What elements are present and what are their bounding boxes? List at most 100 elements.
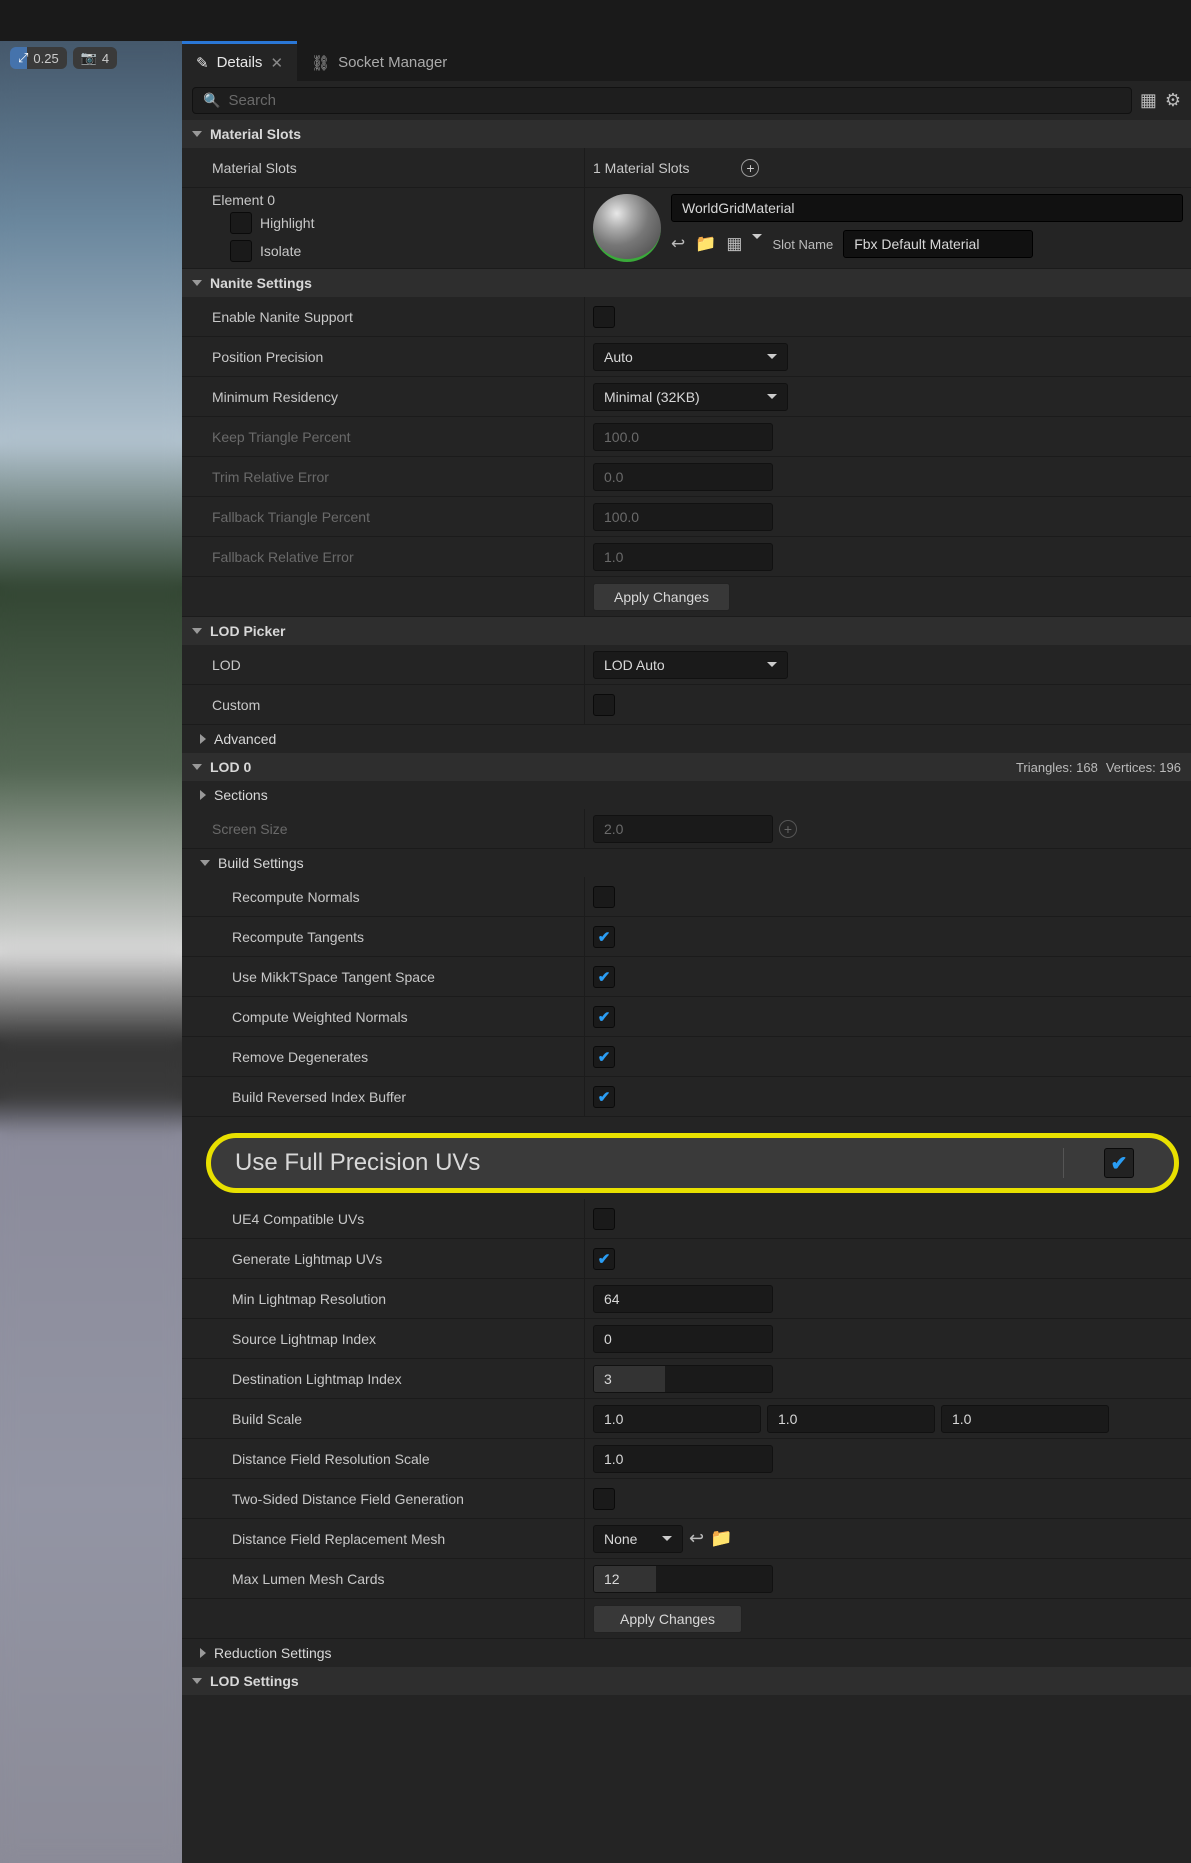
full-precision-uvs-checkbox[interactable] — [1104, 1148, 1134, 1178]
search-input[interactable] — [228, 92, 1120, 109]
chevron-right-icon — [200, 790, 206, 800]
section-lod-settings[interactable]: LOD Settings — [182, 1667, 1191, 1695]
build-scale-z[interactable]: 1.0 — [941, 1405, 1109, 1433]
df-replacement-label: Distance Field Replacement Mesh — [182, 1519, 585, 1558]
search-wrap[interactable]: 🔍 — [192, 87, 1132, 114]
lod-select[interactable]: LOD Auto — [593, 651, 788, 679]
ue4-uvs-label: UE4 Compatible UVs — [182, 1199, 585, 1238]
slot-name-label: Slot Name — [772, 237, 833, 252]
tab-details[interactable]: ✎ Details ✕ — [182, 41, 297, 81]
add-material-slot-button[interactable]: + — [741, 159, 759, 177]
enable-nanite-label: Enable Nanite Support — [182, 297, 585, 336]
vertices-info: Vertices: 196 — [1106, 760, 1181, 775]
expand-icon: ⤢ — [18, 50, 28, 66]
reversed-index-checkbox[interactable] — [593, 1086, 615, 1108]
viewport-speed-pill[interactable]: ⤢ 0.25 — [10, 47, 67, 69]
browse-icon[interactable]: 📁 — [695, 234, 716, 254]
dst-lightmap-label: Destination Lightmap Index — [182, 1359, 585, 1398]
chevron-down-icon — [662, 1536, 672, 1541]
sections-row[interactable]: Sections — [182, 781, 1191, 809]
material-slots-count: 1 Material Slots — [593, 160, 689, 176]
use-selected-icon[interactable]: ↩ — [671, 234, 685, 254]
chevron-down-icon — [767, 394, 777, 399]
fallback-error-input: 1.0 — [593, 543, 773, 571]
mikktspace-label: Use MikkTSpace Tangent Space — [182, 957, 585, 996]
section-nanite[interactable]: Nanite Settings — [182, 269, 1191, 297]
gear-icon[interactable]: ⚙ — [1165, 90, 1181, 111]
recompute-tangents-checkbox[interactable] — [593, 926, 615, 948]
src-lightmap-label: Source Lightmap Index — [182, 1319, 585, 1358]
isolate-label: Isolate — [260, 243, 301, 259]
two-sided-df-label: Two-Sided Distance Field Generation — [182, 1479, 585, 1518]
df-resolution-label: Distance Field Resolution Scale — [182, 1439, 585, 1478]
min-residency-label: Minimum Residency — [182, 377, 585, 416]
close-icon[interactable]: ✕ — [270, 54, 283, 72]
material-thumbnail[interactable] — [593, 194, 661, 262]
build-scale-y[interactable]: 1.0 — [767, 1405, 935, 1433]
mikktspace-checkbox[interactable] — [593, 966, 615, 988]
position-precision-label: Position Precision — [182, 337, 585, 376]
viewport-camera-pill[interactable]: 📷 4 — [73, 47, 117, 69]
use-selected-icon[interactable]: ↩ — [689, 1528, 704, 1549]
chevron-down-icon — [192, 131, 202, 137]
grid-view-icon[interactable]: ▦ — [1140, 90, 1157, 111]
panel-tabs: ✎ Details ✕ ⛓ Socket Manager — [182, 41, 1191, 81]
lod-value: LOD Auto — [604, 657, 665, 673]
remove-degenerates-checkbox[interactable] — [593, 1046, 615, 1068]
add-icon[interactable]: + — [779, 820, 797, 838]
element0-label: Element 0 — [182, 188, 584, 210]
section-lod-picker[interactable]: LOD Picker — [182, 617, 1191, 645]
min-residency-select[interactable]: Minimal (32KB) — [593, 383, 788, 411]
brush-icon: ✎ — [196, 54, 209, 72]
weighted-normals-checkbox[interactable] — [593, 1006, 615, 1028]
screen-size-input: 2.0 — [593, 815, 773, 843]
custom-checkbox[interactable] — [593, 694, 615, 716]
section-label: LOD 0 — [210, 759, 251, 775]
apply-changes-button[interactable]: Apply Changes — [593, 583, 730, 611]
enable-nanite-checkbox[interactable] — [593, 306, 615, 328]
build-settings-row[interactable]: Build Settings — [182, 849, 1191, 877]
recompute-normals-checkbox[interactable] — [593, 886, 615, 908]
advanced-row[interactable]: Advanced — [182, 725, 1191, 753]
tab-details-label: Details — [217, 54, 263, 71]
viewport-speed-value: 0.25 — [33, 51, 58, 66]
gen-lightmap-checkbox[interactable] — [593, 1248, 615, 1270]
chevron-right-icon — [200, 734, 206, 744]
isolate-checkbox[interactable] — [230, 240, 252, 262]
build-scale-x[interactable]: 1.0 — [593, 1405, 761, 1433]
min-lightmap-input[interactable]: 64 — [593, 1285, 773, 1313]
max-lumen-input[interactable]: 12 — [593, 1565, 773, 1593]
checker-icon[interactable]: ▦ — [726, 234, 742, 254]
two-sided-df-checkbox[interactable] — [593, 1488, 615, 1510]
screen-size-label: Screen Size — [182, 809, 585, 848]
viewport-3d[interactable]: ⤢ 0.25 📷 4 — [0, 41, 182, 1863]
ue4-uvs-checkbox[interactable] — [593, 1208, 615, 1230]
remove-degenerates-label: Remove Degenerates — [182, 1037, 585, 1076]
src-lightmap-input[interactable]: 0 — [593, 1325, 773, 1353]
position-precision-select[interactable]: Auto — [593, 343, 788, 371]
trim-error-label: Trim Relative Error — [182, 457, 585, 496]
material-name-input[interactable]: WorldGridMaterial — [671, 194, 1183, 222]
slot-name-input[interactable]: Fbx Default Material — [843, 230, 1033, 258]
slot-name-value: Fbx Default Material — [854, 236, 979, 252]
chevron-down-icon[interactable] — [752, 234, 762, 239]
chevron-down-icon — [192, 280, 202, 286]
search-icon: 🔍 — [203, 92, 220, 109]
chevron-down-icon — [192, 628, 202, 634]
min-lightmap-label: Min Lightmap Resolution — [182, 1279, 585, 1318]
chevron-right-icon — [200, 1648, 206, 1658]
dst-lightmap-input[interactable]: 3 — [593, 1365, 773, 1393]
socket-icon: ⛓ — [311, 54, 330, 72]
reduction-settings-row[interactable]: Reduction Settings — [182, 1639, 1191, 1667]
browse-icon[interactable]: 📁 — [710, 1528, 732, 1549]
section-material-slots[interactable]: Material Slots — [182, 120, 1191, 148]
highlight-checkbox[interactable] — [230, 212, 252, 234]
custom-label: Custom — [182, 685, 585, 724]
chevron-down-icon — [192, 764, 202, 770]
use-full-precision-uvs-row: Use Full Precision UVs — [206, 1133, 1179, 1193]
tab-socket-manager[interactable]: ⛓ Socket Manager — [297, 41, 461, 81]
apply-changes-button[interactable]: Apply Changes — [593, 1605, 742, 1633]
df-resolution-input[interactable]: 1.0 — [593, 1445, 773, 1473]
section-lod0[interactable]: LOD 0 Triangles: 168 Vertices: 196 — [182, 753, 1191, 781]
df-replacement-select[interactable]: None — [593, 1525, 683, 1553]
